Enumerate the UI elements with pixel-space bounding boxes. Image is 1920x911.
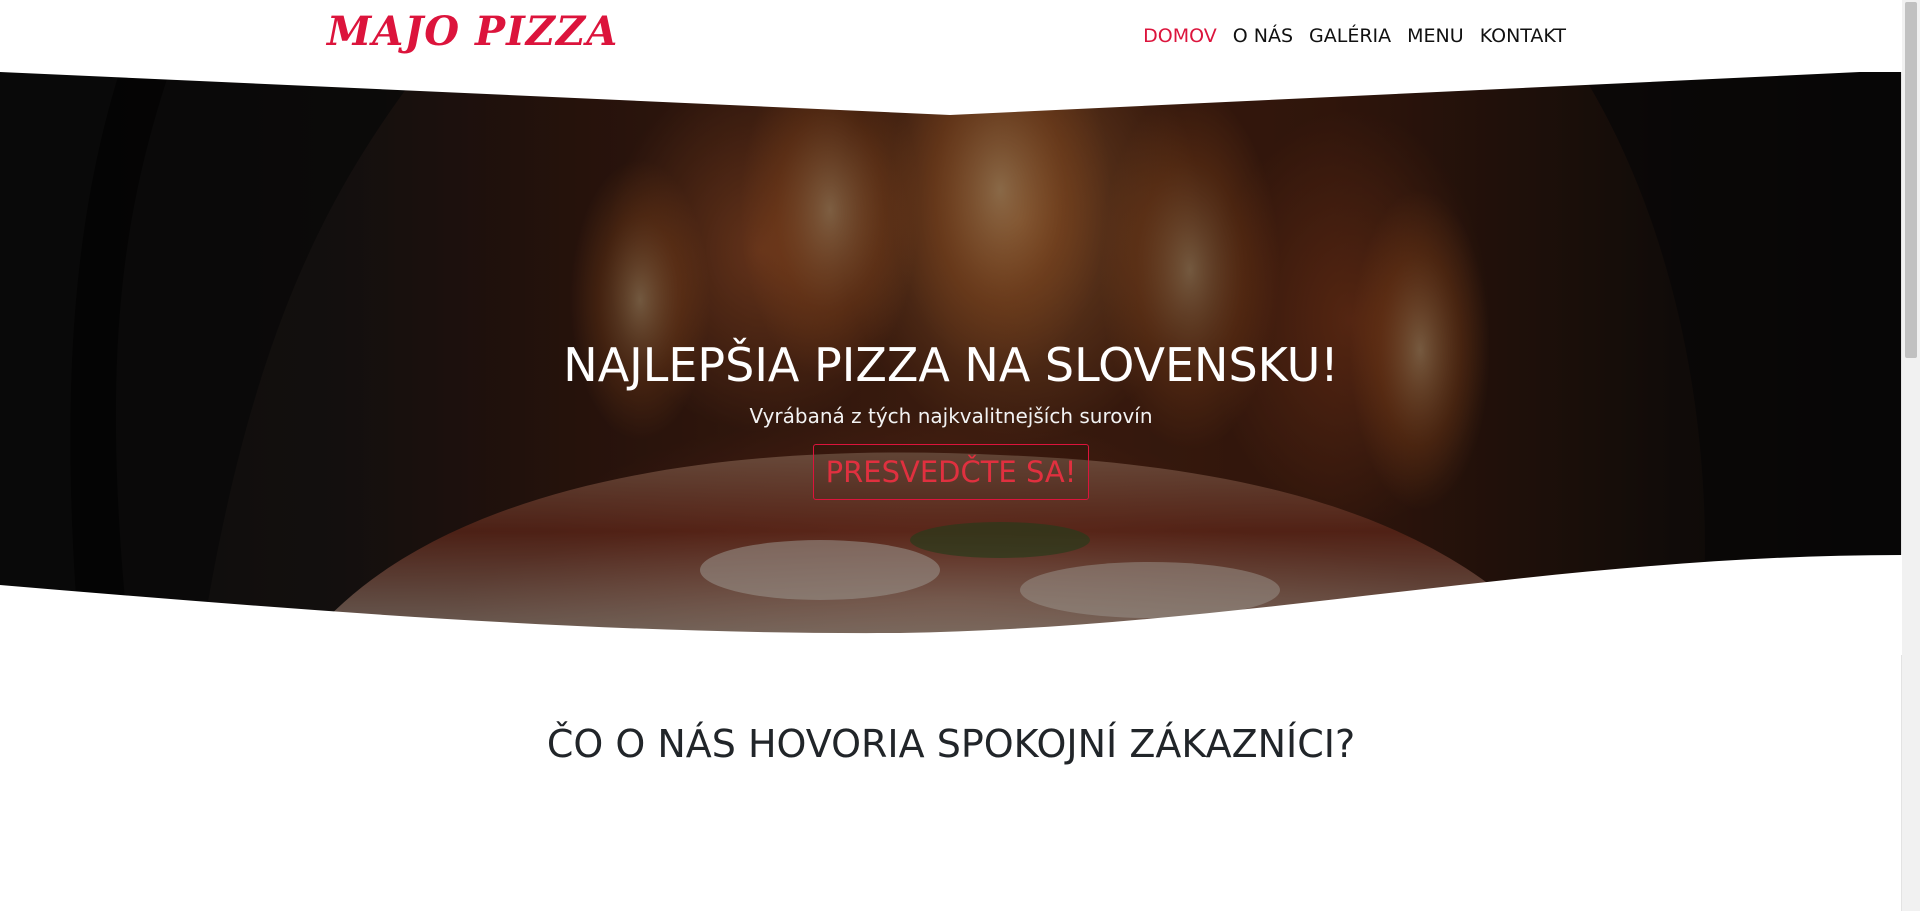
hero-title: NAJLEPŠIA PIZZA NA SLOVENSKU! [563,338,1339,392]
nav-link-domov[interactable]: DOMOV [1143,25,1217,47]
scrollbar-thumb[interactable] [1905,2,1917,358]
nav-link-kontakt[interactable]: KONTAKT [1480,25,1566,47]
site-header: MAJO PIZZA DOMOV O NÁS GALÉRIA MENU KONT… [0,0,1902,72]
nav-link-o-nas[interactable]: O NÁS [1233,25,1293,47]
hero-bottom-wave [0,555,1902,655]
site-logo[interactable]: MAJO PIZZA [327,8,618,55]
testimonials-heading: ČO O NÁS HOVORIA SPOKOJNÍ ZÁKAZNÍCI? [546,722,1356,766]
page-scrollbar[interactable] [1901,0,1920,911]
hero-content: NAJLEPŠIA PIZZA NA SLOVENSKU! Vyrábaná z… [0,338,1902,500]
nav-link-galeria[interactable]: GALÉRIA [1309,25,1391,47]
cta-button[interactable]: PRESVEDČTE SA! [812,444,1090,500]
main-nav: DOMOV O NÁS GALÉRIA MENU KONTAKT [1143,25,1566,47]
page: MAJO PIZZA DOMOV O NÁS GALÉRIA MENU KONT… [0,0,1920,911]
hero-subtitle: Vyrábaná z tých najkvalitnejších surovín [749,404,1153,428]
nav-link-menu[interactable]: MENU [1407,25,1464,47]
